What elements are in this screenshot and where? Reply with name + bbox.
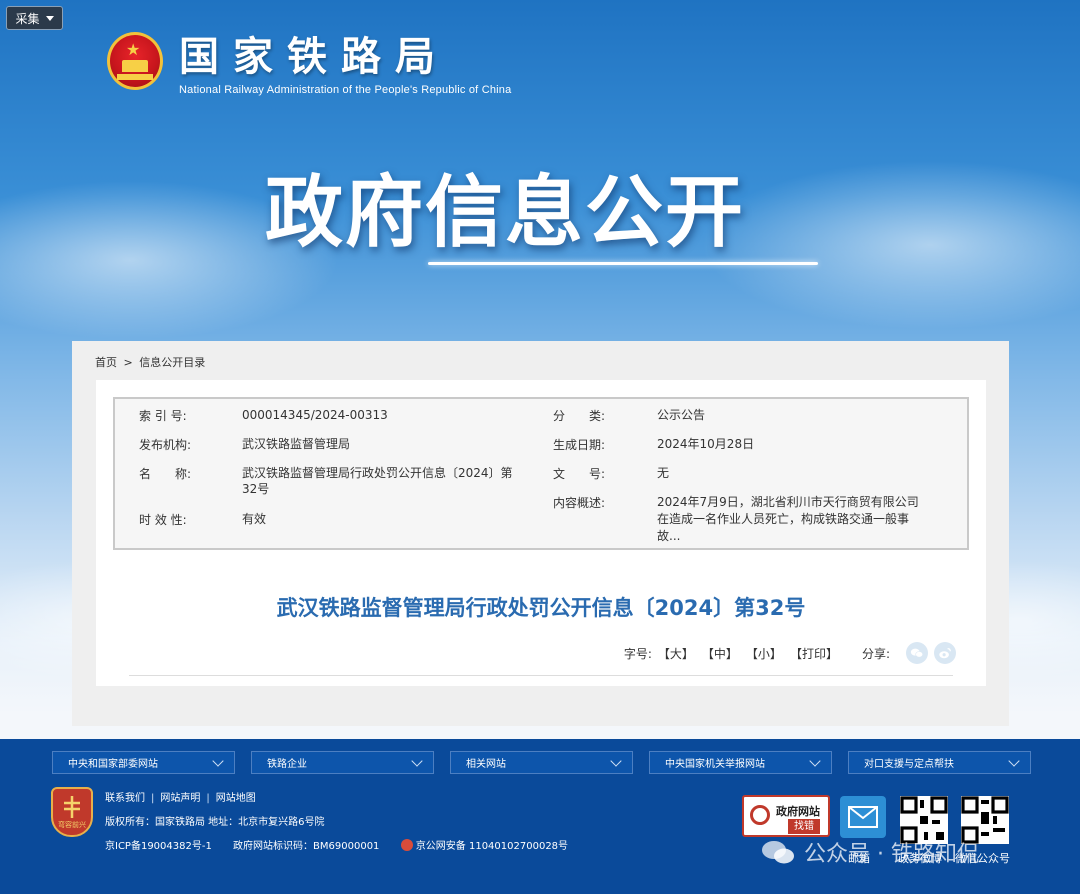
site-name-english: National Railway Administration of the P… <box>179 84 512 96</box>
date-value: 2024年10月28日 <box>657 437 755 451</box>
footer-link-selects: 中央和国家部委网站 铁路企业 相关网站 中央国家机关举报网站 对口支援与定点帮扶 <box>52 751 1031 774</box>
summary-label: 内容概述: <box>553 496 606 510</box>
breadcrumb-separator: > <box>123 356 133 369</box>
breadcrumb-current[interactable]: 信息公开目录 <box>139 356 205 369</box>
mail-icon[interactable] <box>840 796 886 838</box>
railway-badge-icon[interactable]: 弯容前兴 <box>51 787 93 837</box>
collect-button[interactable]: 采集 <box>6 6 63 30</box>
name-value-line1: 武汉铁路监督管理局行政处罚公开信息〔2024〕第 <box>242 466 513 480</box>
site-name: 国家铁路局 <box>179 34 449 80</box>
select-assistance[interactable]: 对口支援与定点帮扶 <box>848 751 1031 774</box>
badge-label: 弯容前兴 <box>58 821 86 829</box>
chevron-down-icon <box>212 755 224 767</box>
gov-badge-title: 政府网站 <box>776 805 820 818</box>
wechat-share-icon[interactable] <box>906 642 928 664</box>
category-label: 分 类: <box>553 409 606 423</box>
publisher-label: 发布机构: <box>139 438 192 452</box>
validity-value: 有效 <box>242 512 267 526</box>
footer-registration: 京ICP备19004382号-1 政府网站标识码：BM69000001 京公网安… <box>105 837 568 852</box>
police-link[interactable]: 京公网安备 11040102700028号 <box>416 841 568 852</box>
breadcrumb-home[interactable]: 首页 <box>95 356 117 369</box>
chevron-down-icon <box>809 755 821 767</box>
font-size-small-button[interactable]: 【小】 <box>746 645 782 662</box>
publisher-value: 武汉铁路监督管理局 <box>242 437 351 451</box>
contact-link[interactable]: 联系我们 <box>105 793 145 804</box>
chevron-down-icon <box>411 755 423 767</box>
metadata-table: 索 引 号: 000014345/2024-00313 分 类: 公示公告 发布… <box>113 397 969 550</box>
statement-link[interactable]: 网站声明 <box>160 793 200 804</box>
share-label: 分享: <box>861 646 890 661</box>
sitemap-link[interactable]: 网站地图 <box>216 793 256 804</box>
select-label: 中央和国家部委网站 <box>68 759 158 770</box>
watermark-text: 公众号 · 铁路知侃 <box>804 842 979 867</box>
summary-line1: 2024年7月9日，湖北省利川市天行商贸有限公司 <box>657 495 919 509</box>
print-button[interactable]: 【打印】 <box>790 645 838 662</box>
breadcrumb: 首页 > 信息公开目录 <box>95 354 208 370</box>
validity-label: 时 效 性: <box>139 513 187 527</box>
select-report-sites[interactable]: 中央国家机关举报网站 <box>649 751 832 774</box>
national-emblem-icon: ★ <box>105 30 165 94</box>
collect-label: 采集 <box>15 11 40 26</box>
main-panel: 首页 > 信息公开目录 索 引 号: 000014345/2024-00313 … <box>72 341 1009 726</box>
police-badge-icon <box>400 839 413 851</box>
site-logo[interactable]: ★ 国家铁路局 National Railway Administration … <box>105 30 511 96</box>
chevron-down-icon <box>1008 755 1020 767</box>
hero-title: 政府信息公开 <box>264 168 745 258</box>
footer: 中央和国家部委网站 铁路企业 相关网站 中央国家机关举报网站 对口支援与定点帮扶… <box>0 739 1080 894</box>
select-label: 对口支援与定点帮扶 <box>864 759 954 770</box>
document-tools: 字号: 【大】 【中】 【小】 【打印】 分享: <box>624 642 956 664</box>
font-size-label: 字号: <box>623 646 652 661</box>
summary-line2: 在造成一名作业人员死亡，构成铁路交通一般事 <box>657 512 910 526</box>
copyright-text: 版权所有：国家铁路局 地址：北京市复兴路6号院 <box>105 817 325 828</box>
select-ministry-sites[interactable]: 中央和国家部委网站 <box>52 751 235 774</box>
watermark: 公众号 · 铁路知侃 <box>760 836 979 868</box>
font-size-large-button[interactable]: 【大】 <box>658 645 694 662</box>
caret-down-icon <box>45 15 54 21</box>
doc-number-value: 无 <box>657 466 670 480</box>
icp-link[interactable]: 京ICP备19004382号-1 <box>105 841 212 852</box>
date-label: 生成日期: <box>553 438 606 452</box>
divider <box>129 675 953 676</box>
site-id-text: 政府网站标识码：BM69000001 <box>233 841 380 852</box>
gov-badge-action: 找错 <box>788 819 820 834</box>
select-railway-enterprises[interactable]: 铁路企业 <box>251 751 434 774</box>
magnifier-icon <box>750 805 770 825</box>
content-card: 索 引 号: 000014345/2024-00313 分 类: 公示公告 发布… <box>96 380 986 686</box>
hero-underline <box>428 262 818 265</box>
summary-line3: 故... <box>657 529 681 543</box>
name-label: 名 称: <box>139 467 192 481</box>
chevron-down-icon <box>610 755 622 767</box>
weibo-share-icon[interactable] <box>934 642 956 664</box>
select-label: 铁路企业 <box>267 759 307 770</box>
name-value-line2: 32号 <box>242 482 270 496</box>
select-related-sites[interactable]: 相关网站 <box>450 751 633 774</box>
wechat-icon <box>762 841 794 864</box>
index-label: 索 引 号: <box>139 409 187 423</box>
select-label: 相关网站 <box>466 759 506 770</box>
doc-number-label: 文 号: <box>553 467 606 481</box>
gov-site-error-button[interactable]: 政府网站 找错 <box>742 795 830 837</box>
select-label: 中央国家机关举报网站 <box>665 759 765 770</box>
document-title: 武汉铁路监督管理局行政处罚公开信息〔2024〕第32号 <box>276 596 806 620</box>
category-value: 公示公告 <box>657 408 706 422</box>
index-value: 000014345/2024-00313 <box>242 408 388 422</box>
font-size-medium-button[interactable]: 【中】 <box>702 645 738 662</box>
footer-links: 联系我们 | 网站声明 | 网站地图 <box>105 793 256 804</box>
